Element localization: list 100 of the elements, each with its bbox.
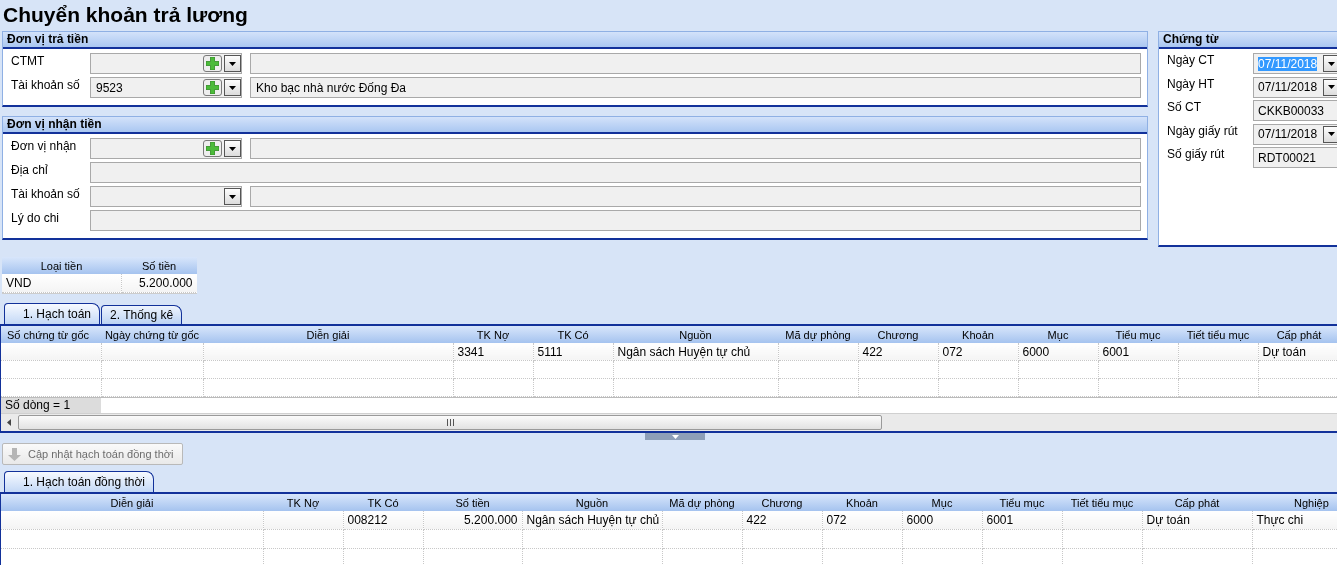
lookup-field[interactable] bbox=[90, 53, 242, 74]
field-label: Lý do chi bbox=[10, 210, 61, 227]
caret-icon bbox=[229, 61, 236, 66]
field-label: Đơn vị nhận bbox=[10, 138, 78, 155]
add-button[interactable] bbox=[203, 140, 222, 157]
table-cell: 422 bbox=[858, 343, 938, 361]
dropdown-button[interactable] bbox=[224, 140, 241, 157]
table-cell: 6000 bbox=[1018, 343, 1098, 361]
column-header[interactable]: Mã dự phòng bbox=[662, 494, 742, 511]
table-cell: 5111 bbox=[533, 343, 613, 361]
field-label: Tài khoản số bbox=[10, 186, 81, 203]
table-cell: 6000 bbox=[902, 511, 982, 530]
column-header[interactable]: Tiểu mục bbox=[1098, 326, 1178, 343]
column-header[interactable]: Tiết tiểu mục bbox=[1062, 494, 1142, 511]
column-header[interactable]: TK Có bbox=[343, 494, 423, 511]
table-cell: Ngân sách Huyện tự chủ bbox=[613, 343, 778, 361]
group-title: Chứng từ bbox=[1159, 32, 1337, 49]
field-label: Địa chỉ bbox=[10, 162, 49, 179]
column-header[interactable]: Loại tiền bbox=[2, 257, 121, 274]
column-header[interactable]: Số chứng từ gốc bbox=[1, 326, 101, 343]
column-header[interactable]: TK Nợ bbox=[263, 494, 343, 511]
column-header[interactable]: Mục bbox=[1018, 326, 1098, 343]
tab[interactable]: 1. Hạch toán đồng thời bbox=[4, 471, 154, 492]
row-count: Số dòng = 1 bbox=[1, 398, 101, 413]
field-label: Số giấy rút bbox=[1166, 147, 1226, 161]
caret-icon bbox=[229, 85, 236, 90]
text-field[interactable] bbox=[90, 162, 1141, 183]
dropdown-button[interactable] bbox=[224, 55, 241, 72]
column-header[interactable]: Mục bbox=[902, 494, 982, 511]
date-field[interactable]: 07/11/2018 bbox=[1253, 76, 1337, 98]
column-header[interactable]: Nguồn bbox=[522, 494, 662, 511]
field-label: Ngày CT bbox=[1166, 53, 1216, 67]
dropdown-button[interactable] bbox=[224, 188, 241, 205]
table-cell: 072 bbox=[938, 343, 1018, 361]
column-header[interactable]: Ngày chứng từ gốc bbox=[101, 326, 203, 343]
add-button[interactable] bbox=[203, 55, 222, 72]
tab[interactable]: 1. Hạch toán bbox=[4, 303, 101, 324]
text-field[interactable] bbox=[90, 210, 1141, 231]
column-header[interactable]: TK Có bbox=[533, 326, 613, 343]
lookup-field[interactable] bbox=[90, 186, 242, 207]
tab[interactable]: 2. Thống kê bbox=[101, 305, 183, 324]
column-header[interactable]: Số tiền bbox=[121, 257, 197, 274]
table-cell: 3341 bbox=[453, 343, 533, 361]
column-header[interactable]: Tiểu mục bbox=[982, 494, 1062, 511]
caret-icon bbox=[1328, 85, 1335, 89]
name-field[interactable] bbox=[250, 138, 1141, 159]
caret-icon bbox=[229, 194, 236, 199]
table-cell: 5.200.000 bbox=[121, 274, 197, 293]
table-cell: 5.200.000 bbox=[423, 511, 522, 530]
table-cell: 008212 bbox=[343, 511, 423, 530]
column-header[interactable]: Nguồn bbox=[613, 326, 778, 343]
table-cell: 072 bbox=[822, 511, 902, 530]
column-header[interactable]: Số tiền bbox=[423, 494, 522, 511]
field-label: Ngày giấy rút bbox=[1166, 123, 1239, 138]
field-label: Số CT bbox=[1166, 100, 1202, 114]
column-header[interactable]: Diễn giải bbox=[1, 494, 263, 511]
name-field[interactable] bbox=[250, 53, 1141, 74]
caret-icon bbox=[1328, 61, 1335, 66]
table-cell: 6001 bbox=[1098, 343, 1178, 361]
column-header[interactable]: TK Nợ bbox=[453, 326, 533, 343]
dropdown-button[interactable] bbox=[1323, 125, 1337, 143]
group-title: Đơn vị trả tiền bbox=[3, 32, 1147, 49]
table-cell: 422 bbox=[742, 511, 822, 530]
scrollbar-thumb[interactable] bbox=[18, 415, 882, 430]
column-header[interactable]: Tiết tiểu mục bbox=[1178, 326, 1258, 343]
field-label: CTMT bbox=[10, 53, 46, 70]
grip-icon bbox=[446, 419, 454, 426]
name-field[interactable]: Kho bạc nhà nước Đống Đa bbox=[250, 77, 1141, 98]
column-header[interactable]: Nghiệp bbox=[1252, 494, 1337, 511]
field-label: Ngày HT bbox=[1166, 76, 1216, 91]
column-header[interactable]: Chương bbox=[742, 494, 822, 511]
table-cell: VND bbox=[2, 274, 121, 293]
splitter-handle[interactable] bbox=[645, 433, 705, 440]
dropdown-button[interactable] bbox=[1323, 55, 1337, 72]
table-cell: Dự toán bbox=[1142, 511, 1252, 530]
lookup-field[interactable]: 9523 bbox=[90, 77, 242, 98]
column-header[interactable]: Chương bbox=[858, 326, 938, 343]
dropdown-button[interactable] bbox=[224, 79, 241, 96]
text-field[interactable]: CKKB00033 bbox=[1253, 100, 1337, 121]
column-header[interactable]: Khoản bbox=[938, 326, 1018, 343]
column-header[interactable]: Cấp phát bbox=[1258, 326, 1337, 343]
date-field[interactable]: 07/11/2018 bbox=[1253, 123, 1337, 145]
field-label: Tài khoản số bbox=[10, 77, 81, 94]
name-field[interactable] bbox=[250, 186, 1141, 207]
table-cell: Ngân sách Huyện tự chủ bbox=[522, 511, 662, 530]
table-cell: 6001 bbox=[982, 511, 1062, 530]
column-header[interactable]: Khoản bbox=[822, 494, 902, 511]
horizontal-scrollbar[interactable] bbox=[1, 413, 1337, 431]
table-cell: Dự toán bbox=[1258, 343, 1337, 361]
caret-icon bbox=[1328, 132, 1335, 136]
dropdown-button[interactable] bbox=[1323, 78, 1337, 96]
lookup-field[interactable] bbox=[90, 138, 242, 159]
text-field[interactable]: RDT00021 bbox=[1253, 147, 1337, 168]
column-header[interactable]: Mã dự phòng bbox=[778, 326, 858, 343]
column-header[interactable]: Diễn giải bbox=[203, 326, 453, 343]
page-title: Chuyển khoản trả lương bbox=[2, 2, 248, 28]
down-arrow-icon bbox=[7, 446, 22, 462]
column-header[interactable]: Cấp phát bbox=[1142, 494, 1252, 511]
caret-icon bbox=[229, 146, 236, 151]
add-button[interactable] bbox=[203, 79, 222, 96]
